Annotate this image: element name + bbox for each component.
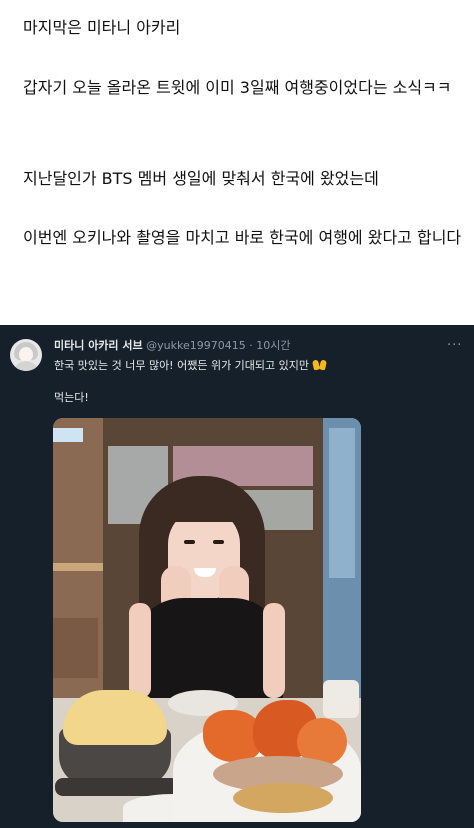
avatar[interactable] [10, 339, 42, 371]
post-paragraph: 마지막은 미타니 아카리 [23, 18, 181, 37]
tweet-header: 미타니 아카리 서브 @yukke19970415 · 10시간 [54, 339, 290, 353]
more-options-icon[interactable]: ··· [447, 338, 462, 353]
tweet-separator: · [245, 339, 257, 352]
raised-hands-icon [312, 359, 328, 371]
tweet-photo[interactable] [53, 418, 361, 822]
embedded-tweet[interactable]: 미타니 아카리 서브 @yukke19970415 · 10시간 ··· 한국 … [0, 325, 474, 828]
post-body: 마지막은 미타니 아카리 갑자기 오늘 올라온 트윗에 이미 3일째 여행중이었… [0, 0, 474, 325]
post-paragraph: 이번엔 오키나와 촬영을 마치고 바로 한국에 여행에 왔다고 합니다 [23, 228, 462, 247]
tweet-timestamp[interactable]: 10시간 [256, 339, 290, 352]
tweet-text-line-2: 먹는다! [54, 391, 89, 404]
tweet-display-name[interactable]: 미타니 아카리 서브 [54, 339, 143, 352]
post-paragraph: 지난달인가 BTS 멤버 생일에 맞춰서 한국에 왔었는데 [23, 169, 379, 188]
tweet-handle[interactable]: @yukke19970415 [146, 339, 246, 352]
tweet-text-line-1: 한국 맛있는 것 너무 많아! 어쨌든 위가 기대되고 있지만 [54, 359, 328, 373]
post-paragraph: 갑자기 오늘 올라온 트윗에 이미 3일째 여행중이었다는 소식ㅋㅋ [23, 78, 452, 97]
